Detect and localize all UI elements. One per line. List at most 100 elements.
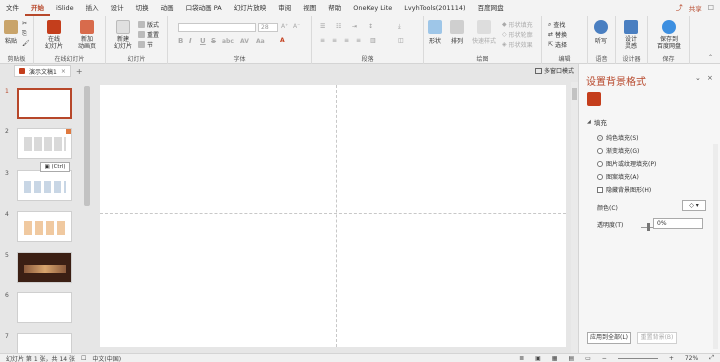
new-animation-page-button[interactable]: 新加 动画页: [72, 20, 102, 50]
tab-islide[interactable]: iSlide: [50, 0, 80, 16]
current-slide[interactable]: [100, 85, 566, 347]
tab-onekey[interactable]: OneKey Lite: [347, 0, 398, 16]
pattern-fill-option[interactable]: 图案填充(A): [597, 172, 639, 181]
align-left-icon[interactable]: ≡: [320, 37, 325, 44]
tab-pocket-animation[interactable]: 口袋动画 PA: [180, 0, 228, 16]
slide-thumbnail[interactable]: [17, 333, 72, 353]
zoom-level[interactable]: 72%: [685, 355, 698, 362]
shape-outline-button[interactable]: ◇ 形状轮廓: [502, 30, 533, 39]
quick-styles-button[interactable]: 快速样式: [472, 20, 496, 45]
proofing-icon[interactable]: ☐: [81, 355, 86, 362]
tab-transitions[interactable]: 切换: [130, 0, 155, 16]
spacing-button[interactable]: AV: [240, 38, 249, 45]
apply-to-all-button[interactable]: 应用到全部(L): [587, 332, 631, 344]
slide-sorter-icon[interactable]: ▦: [552, 355, 558, 362]
align-right-icon[interactable]: ≡: [344, 37, 349, 44]
bullets-icon[interactable]: ☰: [320, 23, 325, 30]
document-tab[interactable]: 演示文稿1 ×: [14, 65, 71, 77]
shrink-font-icon[interactable]: A⁻: [293, 23, 300, 30]
reading-view-icon[interactable]: ▤: [568, 355, 574, 362]
save-baidu-button[interactable]: 保存到 百度网盘: [653, 20, 685, 50]
underline-button[interactable]: U: [200, 37, 206, 45]
grow-font-icon[interactable]: A⁺: [281, 23, 288, 30]
add-tab-button[interactable]: +: [76, 67, 83, 76]
transparency-input[interactable]: 0%: [653, 218, 703, 229]
tab-lvyhtools[interactable]: LvyhTools(201114): [398, 0, 471, 16]
columns-icon[interactable]: ▥: [370, 37, 376, 44]
slide-thumbnail[interactable]: [17, 170, 72, 201]
reset-button[interactable]: 重置: [138, 30, 159, 39]
align-center-icon[interactable]: ≡: [332, 37, 337, 44]
picture-fill-option[interactable]: 图片或纹理填充(P): [597, 159, 656, 168]
hide-background-checkbox[interactable]: 隐藏背景图形(H): [597, 185, 651, 194]
find-button[interactable]: ⌕ 查找: [548, 20, 565, 30]
pane-scrollbar[interactable]: [713, 144, 718, 349]
tab-baidu[interactable]: 百度网盘: [472, 0, 510, 16]
paste-options-chip[interactable]: ▣ (Ctrl): [40, 162, 70, 172]
shadow-button[interactable]: abc: [222, 38, 234, 45]
transparency-slider-handle[interactable]: [647, 223, 650, 231]
strike-button[interactable]: S: [211, 37, 216, 45]
fill-bucket-icon[interactable]: [587, 92, 601, 106]
comments-icon[interactable]: ☐: [708, 4, 714, 12]
numbering-icon[interactable]: ☷: [336, 23, 341, 30]
bold-button[interactable]: B: [178, 37, 183, 45]
online-slides-button[interactable]: 在线 幻灯片: [40, 20, 68, 50]
design-ideas-button[interactable]: 设计 灵感: [624, 20, 638, 50]
cut-icon[interactable]: ✂: [22, 20, 27, 27]
justify-icon[interactable]: ≡: [356, 37, 361, 44]
format-painter-icon[interactable]: 🖌: [22, 40, 30, 47]
fit-slide-icon[interactable]: ⤢: [709, 354, 714, 362]
slide-thumbnail[interactable]: [17, 211, 72, 242]
layout-button[interactable]: 版式: [138, 20, 159, 29]
section-button[interactable]: 节: [138, 40, 153, 49]
smartart-icon[interactable]: ◫: [398, 37, 404, 44]
tab-design[interactable]: 设计: [105, 0, 130, 16]
tab-animations[interactable]: 动画: [155, 0, 180, 16]
gradient-fill-option[interactable]: 渐变填充(G): [597, 146, 639, 155]
notes-icon[interactable]: ≣: [519, 355, 524, 362]
zoom-in-icon[interactable]: +: [669, 355, 674, 362]
normal-view-icon[interactable]: ▣: [535, 355, 541, 362]
line-spacing-icon[interactable]: ↕: [368, 23, 373, 30]
tab-file[interactable]: 文件: [0, 0, 25, 16]
tab-view[interactable]: 视图: [297, 0, 322, 16]
select-button[interactable]: ⇱ 选择: [548, 40, 567, 49]
thumbnail-scroll-thumb[interactable]: [84, 86, 90, 206]
tab-slideshow[interactable]: 幻灯片放映: [228, 0, 273, 16]
shape-button[interactable]: 形状: [428, 20, 442, 45]
color-picker-button[interactable]: ◇ ▾: [682, 200, 706, 211]
canvas-scrollbar[interactable]: [571, 82, 578, 353]
font-size-field[interactable]: 28: [258, 23, 278, 32]
thumbnail-scrollbar[interactable]: [83, 78, 91, 353]
dictate-button[interactable]: 听写: [594, 20, 608, 45]
arrange-button[interactable]: 排列: [450, 20, 464, 45]
multi-window-toggle[interactable]: 多窗口模式: [534, 66, 574, 75]
slide-thumbnail[interactable]: [17, 252, 72, 283]
tab-insert[interactable]: 插入: [80, 0, 105, 16]
reset-background-button[interactable]: 重置背景(B): [637, 332, 677, 344]
font-color-icon[interactable]: A: [280, 37, 285, 44]
new-slide-button[interactable]: 新建 幻灯片: [110, 20, 136, 50]
slideshow-icon[interactable]: ▭: [585, 355, 591, 362]
replace-button[interactable]: ⇄ 替换: [548, 30, 567, 39]
font-family-field[interactable]: [178, 23, 256, 32]
canvas-scroll-thumb[interactable]: [572, 88, 577, 100]
tab-help[interactable]: 帮助: [322, 0, 347, 16]
tab-home[interactable]: 开始: [25, 0, 50, 16]
vertical-guide[interactable]: [336, 85, 337, 347]
case-button[interactable]: Aa: [256, 38, 265, 45]
indent-icon[interactable]: ⇥: [352, 23, 357, 30]
italic-button[interactable]: I: [189, 37, 192, 45]
slide-thumbnail[interactable]: [17, 292, 72, 323]
shape-effects-button[interactable]: ◈ 形状效果: [502, 40, 533, 49]
slide-thumbnail[interactable]: [17, 128, 72, 159]
zoom-slider[interactable]: [617, 357, 658, 359]
language-indicator[interactable]: 中文(中国): [92, 354, 121, 362]
zoom-out-icon[interactable]: −: [602, 355, 607, 362]
fill-section-header[interactable]: ◢ 填充: [587, 117, 607, 127]
pane-options-icon[interactable]: ⌄: [695, 74, 701, 82]
slide-thumbnail[interactable]: [17, 88, 72, 119]
solid-fill-option[interactable]: 纯色填充(S): [597, 133, 639, 142]
copy-icon[interactable]: ⎘: [22, 30, 27, 38]
